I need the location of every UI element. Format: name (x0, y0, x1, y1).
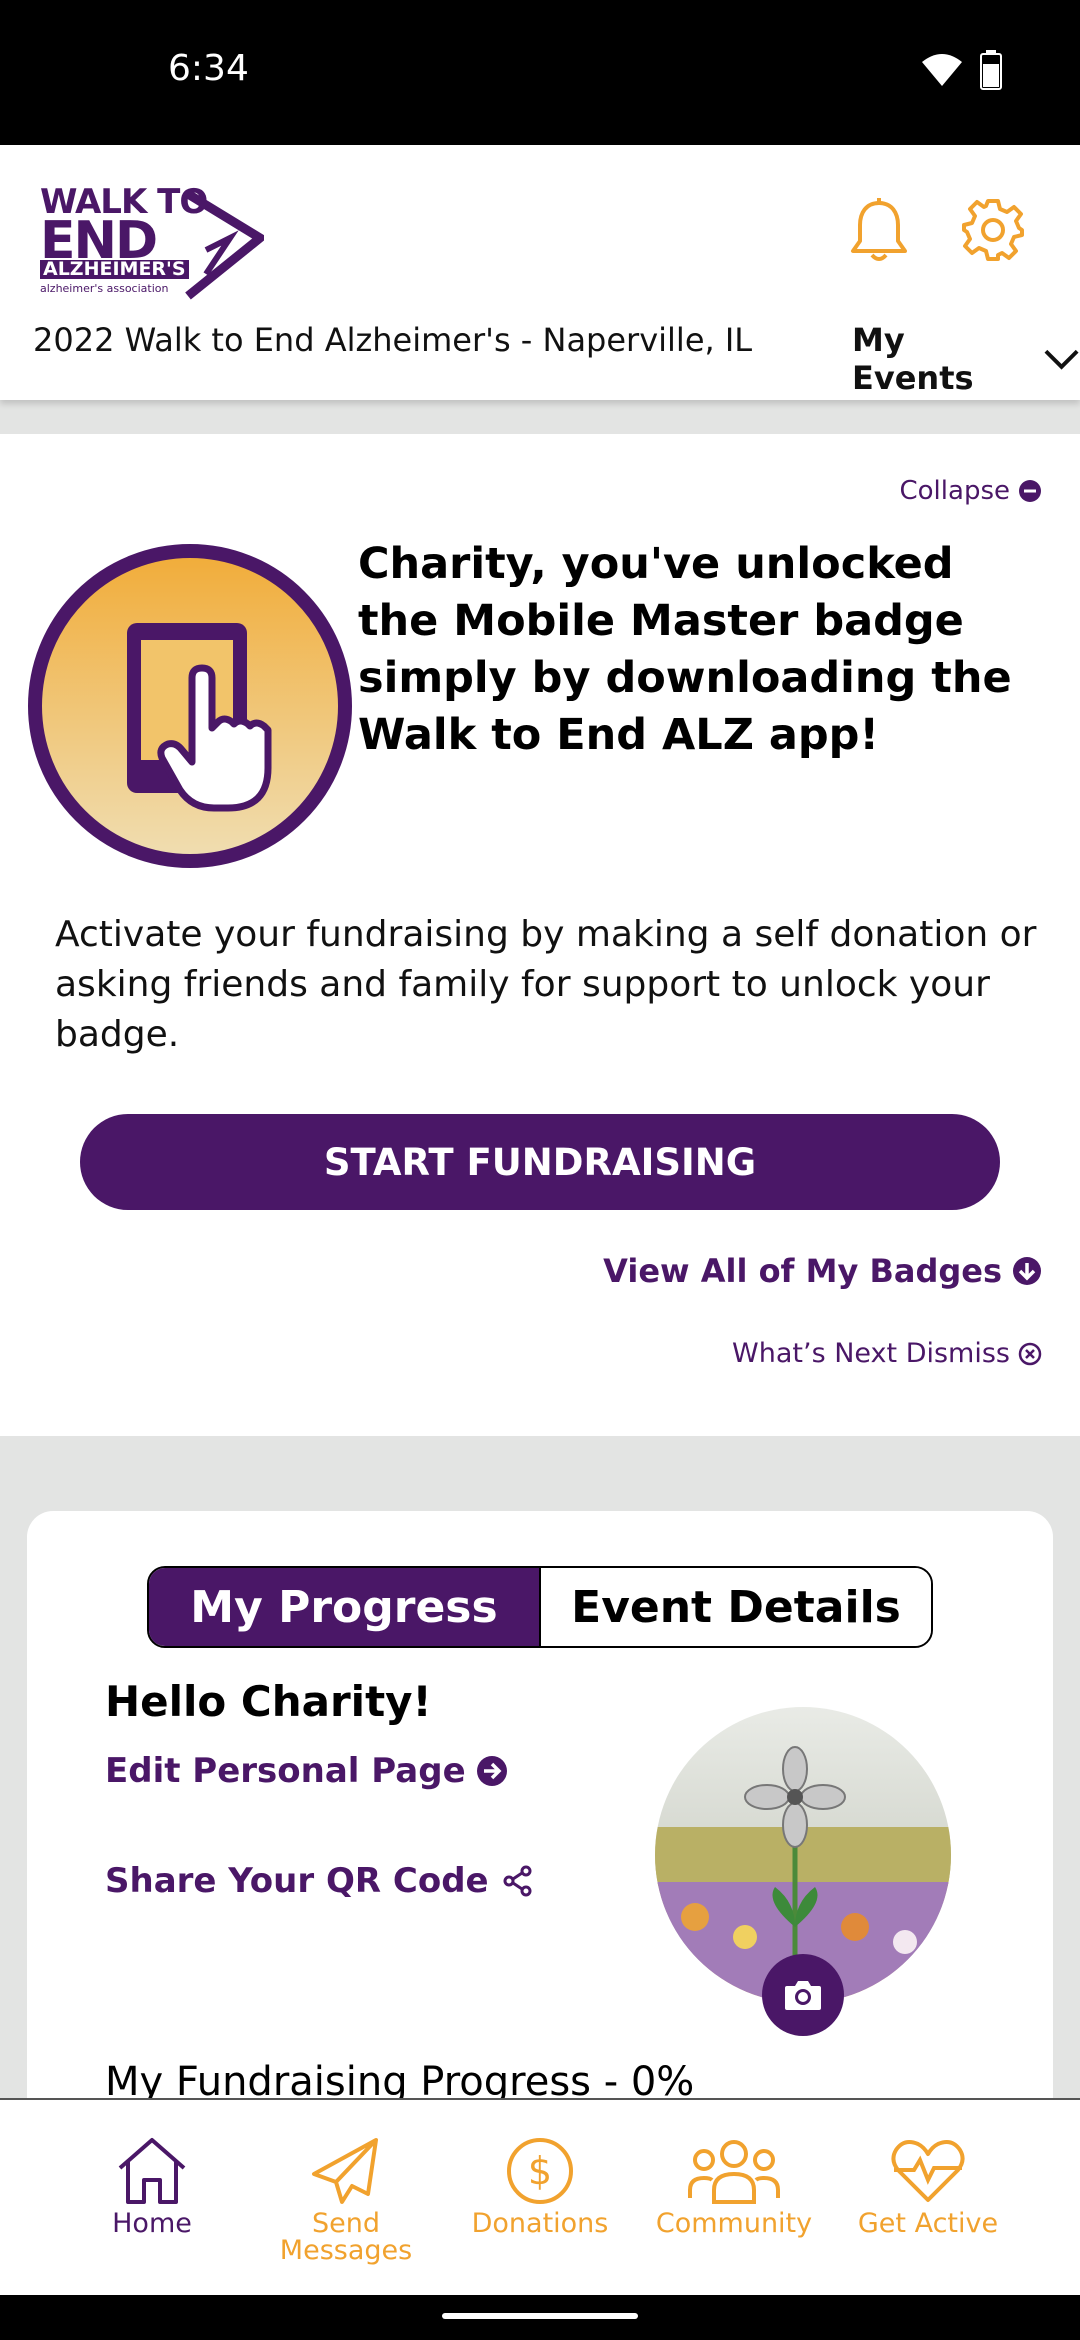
arrow-down-circle-icon (1013, 1257, 1041, 1285)
svg-text:$: $ (528, 2149, 552, 2193)
badge-description: Activate your fundraising by making a se… (55, 914, 1037, 1055)
progress-tabs: My Progress Event Details (147, 1566, 933, 1648)
home-gesture-handle[interactable] (442, 2313, 638, 2319)
logo-arrow-icon (185, 190, 264, 300)
bottom-navigation: Home Send Messages $ Donations Community… (0, 2098, 1080, 2295)
minus-circle-icon (1019, 480, 1041, 502)
mobile-master-badge (28, 544, 352, 868)
nav-donations-label: Donations (471, 2208, 609, 2239)
tab-my-progress[interactable]: My Progress (149, 1568, 539, 1646)
view-all-badges-label: View All of My Badges (603, 1252, 1002, 1290)
close-circle-icon (1018, 1342, 1042, 1365)
whats-next-dismiss-link[interactable]: What’s Next Dismiss (732, 1338, 1042, 1369)
camera-icon (785, 1981, 821, 2010)
chevron-down-icon (1044, 349, 1079, 370)
nav-get-active[interactable]: Get Active (831, 2100, 1025, 2295)
arrow-right-circle-icon (476, 1756, 507, 1786)
nav-home[interactable]: Home (55, 2100, 249, 2295)
my-events-dropdown[interactable]: My Events (852, 321, 1080, 397)
nav-community[interactable]: Community (637, 2100, 831, 2295)
logo-alz-text: ALZHEIMER'S (40, 260, 189, 279)
badge-unlocked-card: Collapse Charity, you've unlocked the Mo… (0, 434, 1080, 1436)
share-qr-code-link[interactable]: Share Your QR Code (105, 1861, 533, 1901)
nav-send-messages-label: Send Messages (279, 2208, 413, 2266)
wifi-icon (920, 52, 964, 93)
edit-personal-page-link[interactable]: Edit Personal Page (105, 1751, 508, 1791)
settings-gear-icon[interactable] (960, 197, 1026, 268)
people-icon (688, 2140, 780, 2204)
dollar-icon: $ (507, 2138, 573, 2204)
view-all-badges-link[interactable]: View All of My Badges (603, 1252, 1042, 1290)
share-qr-code-label: Share Your QR Code (105, 1861, 489, 1901)
greeting: Hello Charity! (105, 1677, 432, 1726)
notifications-bell-icon[interactable] (848, 197, 910, 270)
app-header: WALK TO END ALZHEIMER'S alzheimer's asso… (0, 145, 1080, 400)
nav-get-active-label: Get Active (857, 2208, 999, 2239)
collapse-label: Collapse (899, 476, 1011, 506)
tab-event-details[interactable]: Event Details (539, 1568, 931, 1646)
phone-tap-icon (127, 623, 272, 812)
nav-home-label: Home (112, 2208, 192, 2239)
heart-pulse-icon (891, 2140, 965, 2202)
whats-next-dismiss-label: What’s Next Dismiss (732, 1338, 1010, 1369)
gesture-navigation-bar (0, 2295, 1080, 2340)
paper-plane-icon (312, 2138, 378, 2204)
current-event-name: 2022 Walk to End Alzheimer's - Napervill… (33, 321, 753, 359)
collapse-button[interactable]: Collapse (900, 476, 1043, 506)
walk-to-end-alzheimers-logo[interactable]: WALK TO END ALZHEIMER'S alzheimer's asso… (34, 185, 264, 300)
edit-personal-page-label: Edit Personal Page (105, 1751, 466, 1791)
home-icon (118, 2138, 186, 2204)
nav-send-messages[interactable]: Send Messages (249, 2100, 443, 2295)
nav-donations[interactable]: $ Donations (443, 2100, 637, 2295)
change-photo-button[interactable] (762, 1954, 844, 2036)
status-bar: 6:34 (0, 0, 1080, 145)
logo-assoc-text: alzheimer's association (40, 282, 169, 295)
share-icon (503, 1865, 532, 1897)
my-events-label: My Events (852, 321, 974, 397)
battery-icon (980, 50, 1002, 95)
nav-community-label: Community (655, 2208, 813, 2239)
badge-title: Charity, you've unlocked the Mobile Mast… (358, 539, 1012, 760)
start-fundraising-button[interactable]: START FUNDRAISING (80, 1114, 1000, 1210)
status-time: 6:34 (168, 48, 249, 89)
